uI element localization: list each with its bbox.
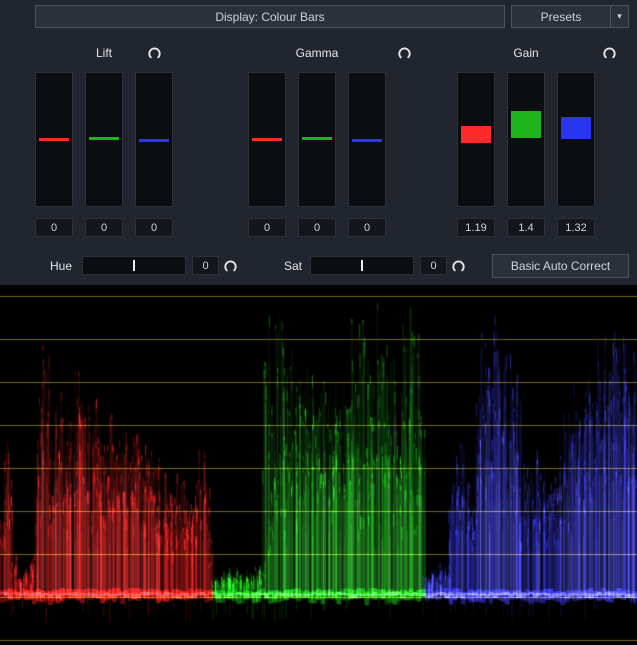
gamma-green-handle[interactable] bbox=[302, 137, 332, 140]
lift-blue-handle[interactable] bbox=[139, 139, 169, 142]
sat-slider[interactable] bbox=[310, 256, 414, 275]
lift-blue-slider[interactable] bbox=[135, 72, 173, 207]
display-mode-label: Display: Colour Bars bbox=[215, 10, 324, 24]
gain-blue-handle[interactable] bbox=[561, 117, 591, 139]
sat-value[interactable]: 0 bbox=[420, 256, 447, 275]
gain-green-value[interactable]: 1.4 bbox=[507, 218, 545, 237]
lift-green-handle[interactable] bbox=[89, 137, 119, 140]
gamma-group: Gamma 0 0 0 bbox=[248, 42, 386, 237]
gain-red-value[interactable]: 1.19 bbox=[457, 218, 495, 237]
sat-label: Sat bbox=[284, 259, 302, 273]
lift-green-slider[interactable] bbox=[85, 72, 123, 207]
hue-value[interactable]: 0 bbox=[192, 256, 219, 275]
gamma-header: Gamma bbox=[248, 42, 386, 66]
gain-blue-value[interactable]: 1.32 bbox=[557, 218, 595, 237]
gamma-green-slider[interactable] bbox=[298, 72, 336, 207]
lift-reset-icon[interactable] bbox=[146, 44, 162, 60]
chevron-down-icon[interactable]: ▾ bbox=[611, 6, 628, 27]
lift-red-value[interactable]: 0 bbox=[35, 218, 73, 237]
gain-reset-icon[interactable] bbox=[601, 44, 617, 60]
gamma-red-handle[interactable] bbox=[252, 138, 282, 141]
gain-header: Gain bbox=[457, 42, 595, 66]
sat-reset-icon[interactable] bbox=[450, 257, 466, 273]
gamma-blue-handle[interactable] bbox=[352, 139, 382, 142]
gain-blue-slider[interactable] bbox=[557, 72, 595, 207]
hue-reset-icon[interactable] bbox=[222, 257, 238, 273]
gain-label: Gain bbox=[457, 46, 595, 60]
hue-slider[interactable] bbox=[82, 256, 186, 275]
gamma-blue-value[interactable]: 0 bbox=[348, 218, 386, 237]
lift-green-value[interactable]: 0 bbox=[85, 218, 123, 237]
gamma-green-value[interactable]: 0 bbox=[298, 218, 336, 237]
display-mode-button[interactable]: Display: Colour Bars bbox=[35, 5, 505, 28]
gamma-blue-slider[interactable] bbox=[348, 72, 386, 207]
lift-header: Lift bbox=[35, 42, 173, 66]
hue-slider-handle[interactable] bbox=[133, 260, 135, 271]
gain-green-slider[interactable] bbox=[507, 72, 545, 207]
presets-label: Presets bbox=[512, 10, 610, 24]
presets-dropdown-button[interactable]: Presets ▾ bbox=[511, 5, 629, 28]
gamma-red-value[interactable]: 0 bbox=[248, 218, 286, 237]
lift-blue-value[interactable]: 0 bbox=[135, 218, 173, 237]
basic-auto-correct-label: Basic Auto Correct bbox=[511, 259, 610, 273]
basic-auto-correct-button[interactable]: Basic Auto Correct bbox=[492, 254, 629, 278]
lift-group: Lift 0 0 0 bbox=[35, 42, 173, 237]
hue-label: Hue bbox=[50, 259, 72, 273]
gain-red-slider[interactable] bbox=[457, 72, 495, 207]
gain-group: Gain 1.19 1.4 1.32 bbox=[457, 42, 595, 237]
gain-green-handle[interactable] bbox=[511, 111, 541, 138]
gamma-reset-icon[interactable] bbox=[396, 44, 412, 60]
lift-red-handle[interactable] bbox=[39, 138, 69, 141]
gamma-red-slider[interactable] bbox=[248, 72, 286, 207]
gamma-label: Gamma bbox=[248, 46, 386, 60]
sat-slider-handle[interactable] bbox=[361, 260, 363, 271]
gain-red-handle[interactable] bbox=[461, 126, 491, 143]
rgb-parade-waveform-scope bbox=[0, 285, 637, 645]
lift-red-slider[interactable] bbox=[35, 72, 73, 207]
